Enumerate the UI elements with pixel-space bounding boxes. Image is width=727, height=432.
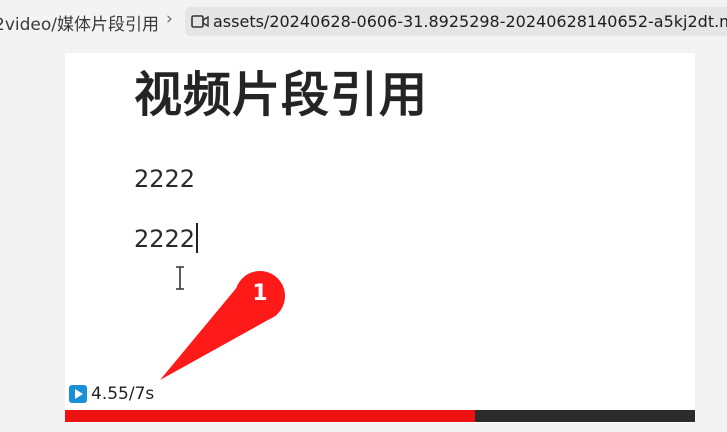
video-timer: 4.55/7s [69, 384, 154, 404]
video-icon [191, 15, 209, 28]
breadcrumb-file-item[interactable]: assets/20240628-0606-31.8925298-20240628… [185, 7, 727, 36]
progress-fill [65, 410, 475, 422]
time-label: 4.55/7s [91, 384, 155, 404]
editor-content[interactable]: 视频片段引用 2222 2222 1 4.55/7s [65, 53, 695, 423]
breadcrumb-file-name: assets/20240628-0606-31.8925298-20240628… [213, 12, 727, 31]
breadcrumb: 2video/媒体片段引用 › assets/20240628-0606-31.… [0, 0, 727, 44]
video-progress-bar[interactable] [65, 410, 695, 422]
play-icon[interactable] [69, 385, 87, 403]
breadcrumb-chevron-icon: › [166, 9, 173, 29]
callout-marker [160, 271, 285, 380]
callout-number: 1 [252, 281, 268, 306]
breadcrumb-folder-path[interactable]: 2video/媒体片段引用 [0, 10, 159, 35]
